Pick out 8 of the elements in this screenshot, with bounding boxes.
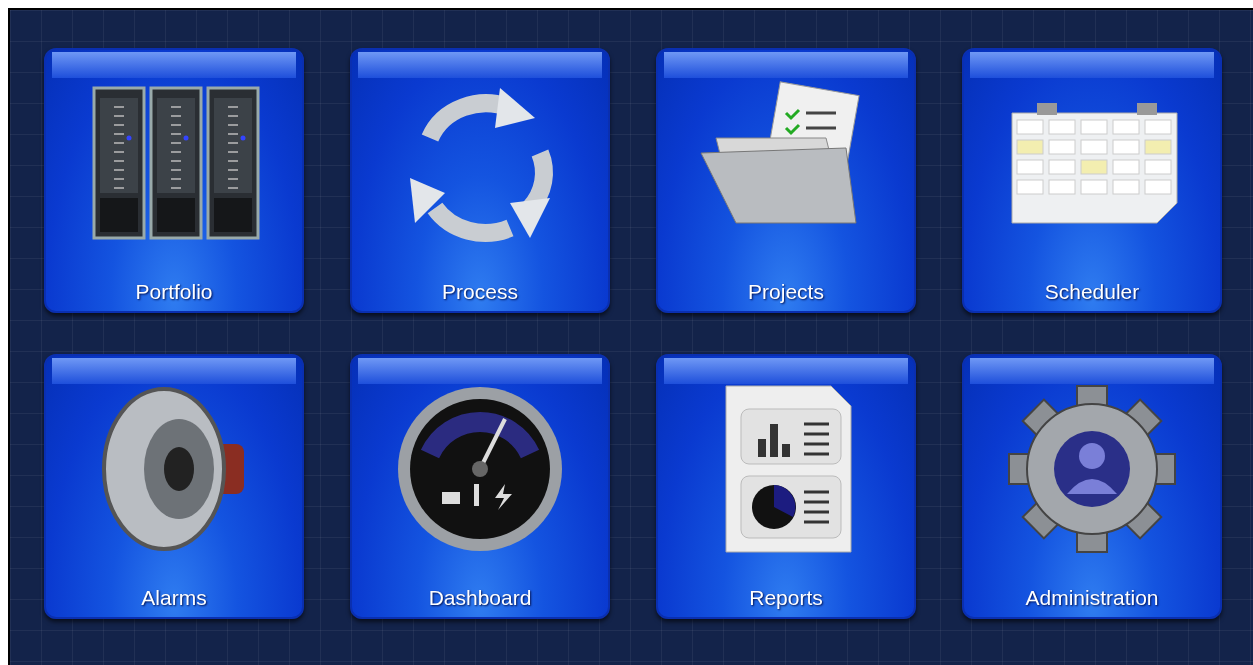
menu-tile[interactable]: Projects <box>656 48 916 313</box>
menu-tile[interactable]: Alarms <box>44 354 304 619</box>
menu-tile[interactable]: Reports <box>656 354 916 619</box>
menu-tile[interactable]: Administration <box>962 354 1222 619</box>
menu-tile[interactable]: Dashboard <box>350 354 610 619</box>
menu-tile[interactable]: Portfolio <box>44 48 304 313</box>
menu-tile[interactable]: Process <box>350 48 610 313</box>
menu-tile[interactable]: Scheduler <box>962 48 1222 313</box>
